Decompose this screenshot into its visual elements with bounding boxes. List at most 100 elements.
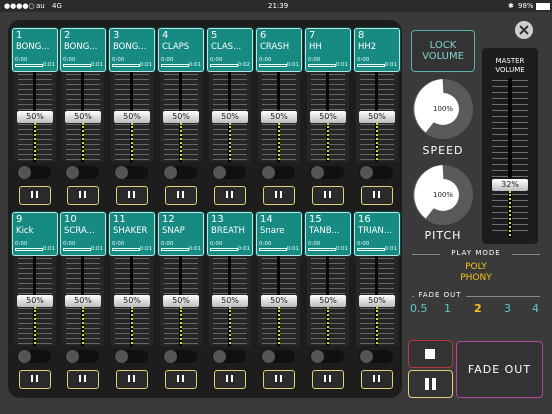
volume-slider[interactable]: 50% <box>212 111 248 123</box>
volume-slider[interactable]: 50% <box>17 111 53 123</box>
loop-toggle[interactable] <box>261 166 295 179</box>
loop-toggle[interactable] <box>310 350 344 363</box>
volume-slider[interactable]: 50% <box>65 111 101 123</box>
pause-icon-bar <box>36 375 38 382</box>
pause-icon-bar <box>373 375 375 382</box>
volume-slider[interactable]: 50% <box>310 295 346 307</box>
volume-fader: 50% <box>307 256 349 346</box>
sound-pad[interactable]: 8 HH2 0:00 0:01 <box>354 28 400 72</box>
sound-pad[interactable]: 10 SCRA... 0:00 0:01 <box>60 212 106 256</box>
pause-button[interactable] <box>263 186 295 205</box>
close-button[interactable] <box>515 21 533 39</box>
pause-button[interactable] <box>67 186 99 205</box>
fade-option-3[interactable]: 3 <box>504 302 511 315</box>
pause-button[interactable] <box>263 370 295 389</box>
volume-slider[interactable]: 50% <box>65 295 101 307</box>
sound-pad[interactable]: 2 BONG... 0:00 0:01 <box>60 28 106 72</box>
play-mode-toggle[interactable]: POLY PHONY <box>440 262 512 284</box>
pad-number: 16 <box>358 214 371 225</box>
pause-button[interactable] <box>312 186 344 205</box>
pad-duration: 0:01 <box>286 62 299 68</box>
toggle-thumb <box>115 350 128 363</box>
toggle-thumb <box>213 166 226 179</box>
loop-toggle[interactable] <box>114 350 148 363</box>
pad-progress-bar <box>210 248 238 251</box>
pause-button[interactable] <box>19 370 51 389</box>
pause-button[interactable] <box>116 370 148 389</box>
pause-button[interactable] <box>361 370 393 389</box>
sound-pad[interactable]: 11 SHAKER 0:00 0:01 <box>109 212 155 256</box>
fade-option-4[interactable]: 4 <box>532 302 539 315</box>
lock-volume-button[interactable]: LOCK VOLUME <box>411 30 475 72</box>
volume-fader: 50% <box>14 256 56 346</box>
pause-button[interactable] <box>361 186 393 205</box>
volume-slider[interactable]: 50% <box>17 295 53 307</box>
volume-slider[interactable]: 50% <box>163 295 199 307</box>
pause-button[interactable] <box>165 370 197 389</box>
volume-slider[interactable]: 50% <box>163 111 199 123</box>
volume-fader: 50% <box>62 72 104 162</box>
loop-toggle[interactable] <box>212 166 246 179</box>
volume-fader: 50% <box>111 72 153 162</box>
pause-button[interactable] <box>312 370 344 389</box>
stop-icon <box>425 349 435 359</box>
pad-sound-name: BONG... <box>64 42 98 52</box>
volume-slider[interactable]: 50% <box>359 295 395 307</box>
loop-toggle[interactable] <box>163 350 197 363</box>
loop-toggle[interactable] <box>114 166 148 179</box>
fade-option-2[interactable]: 2 <box>474 302 482 315</box>
loop-toggle[interactable] <box>310 166 344 179</box>
pause-button[interactable] <box>19 186 51 205</box>
pause-icon-bar <box>280 191 282 198</box>
sound-pad[interactable]: 1 BONG... 0:00 0:01 <box>12 28 58 72</box>
sound-pad[interactable]: 7 HH 0:00 0:01 <box>305 28 351 72</box>
loop-toggle[interactable] <box>163 166 197 179</box>
pause-button[interactable] <box>67 370 99 389</box>
sound-pad[interactable]: 12 SNAP 0:00 0:01 <box>158 212 204 256</box>
pad-number: 15 <box>309 214 322 225</box>
fader-level-indicator <box>327 307 331 344</box>
volume-slider[interactable]: 50% <box>310 111 346 123</box>
pause-button[interactable] <box>116 186 148 205</box>
fade-out-button[interactable]: FADE OUT <box>456 341 543 398</box>
master-volume-slider[interactable]: 32% <box>492 178 528 191</box>
pause-button[interactable] <box>165 186 197 205</box>
volume-fader: 50% <box>209 256 251 346</box>
loop-toggle[interactable] <box>65 166 99 179</box>
stop-all-button[interactable] <box>408 340 453 368</box>
sound-pad[interactable]: 4 CLAPS 0:00 0:01 <box>158 28 204 72</box>
master-volume-title: MASTER <box>495 57 525 65</box>
sound-pad[interactable]: 16 TRIAN... 0:00 0:01 <box>354 212 400 256</box>
loop-toggle[interactable] <box>212 350 246 363</box>
pad-duration: 0:01 <box>384 62 397 68</box>
speed-label: SPEED <box>422 144 464 157</box>
volume-slider[interactable]: 50% <box>114 111 150 123</box>
volume-slider[interactable]: 50% <box>359 111 395 123</box>
loop-toggle[interactable] <box>359 350 393 363</box>
volume-slider[interactable]: 50% <box>114 295 150 307</box>
sound-pad[interactable]: 13 BREATH 0:00 0:01 <box>207 212 253 256</box>
loop-toggle[interactable] <box>17 350 51 363</box>
volume-slider[interactable]: 50% <box>261 111 297 123</box>
pause-button[interactable] <box>214 370 246 389</box>
loop-toggle[interactable] <box>261 350 295 363</box>
pause-button[interactable] <box>214 186 246 205</box>
sound-pad[interactable]: 5 CLAS... 0:00 0:02 <box>207 28 253 72</box>
sound-pad[interactable]: 14 Snare 0:00 0:01 <box>256 212 302 256</box>
speed-dial[interactable]: 100% <box>412 78 474 140</box>
volume-slider[interactable]: 50% <box>212 295 248 307</box>
pad-position: 0:00 <box>112 241 125 247</box>
loop-toggle[interactable] <box>359 166 393 179</box>
fade-option-1[interactable]: 1 <box>444 302 451 315</box>
volume-slider[interactable]: 50% <box>261 295 297 307</box>
fade-option-0.5[interactable]: 0.5 <box>410 302 428 315</box>
sound-pad[interactable]: 9 Kick 0:00 0:01 <box>12 212 58 256</box>
pause-all-button[interactable] <box>408 370 453 398</box>
loop-toggle[interactable] <box>65 350 99 363</box>
sound-pad[interactable]: 6 CRASH 0:00 0:01 <box>256 28 302 72</box>
pitch-dial[interactable]: 100% <box>412 164 474 226</box>
sound-pad[interactable]: 3 BONG... 0:00 0:01 <box>109 28 155 72</box>
loop-toggle[interactable] <box>17 166 51 179</box>
sound-pad[interactable]: 15 TANB... 0:00 0:01 <box>305 212 351 256</box>
pad-position: 0:00 <box>161 57 174 63</box>
